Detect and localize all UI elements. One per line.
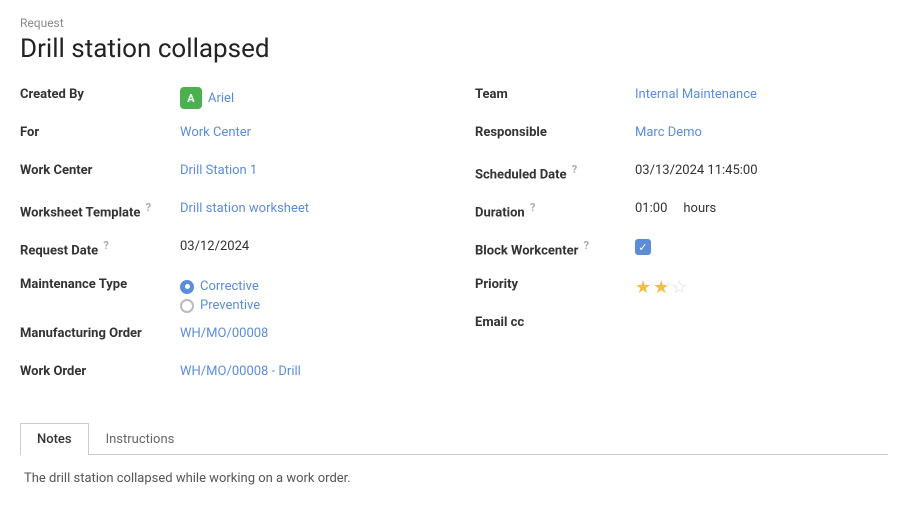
scheduled-date-row: Scheduled Date ? 03/13/2024 11:45:00	[475, 160, 868, 188]
block-workcenter-value: ✓	[635, 236, 868, 255]
block-workcenter-checkbox[interactable]: ✓	[635, 239, 651, 255]
work-order-label: Work Order	[20, 361, 180, 379]
for-label: For	[20, 122, 180, 140]
preventive-radio-icon	[180, 299, 194, 313]
maintenance-type-row: Maintenance Type Corrective Preventive	[20, 274, 434, 313]
work-center-label: Work Center	[20, 160, 180, 178]
priority-stars: ★ ★ ☆	[635, 274, 868, 298]
request-date-label: Request Date ?	[20, 236, 180, 258]
breadcrumb: Request	[20, 16, 888, 30]
star-2[interactable]: ★	[653, 277, 669, 298]
tabs: Notes Instructions	[20, 423, 888, 455]
stars-group: ★ ★ ☆	[635, 277, 868, 298]
worksheet-help-icon: ?	[146, 201, 151, 214]
duration-label: Duration ?	[475, 198, 635, 220]
for-value[interactable]: Work Center	[180, 122, 434, 140]
block-workcenter-help-icon: ?	[584, 239, 589, 252]
scheduled-date-label: Scheduled Date ?	[475, 160, 635, 182]
tab-notes[interactable]: Notes	[20, 423, 89, 455]
maintenance-radio-group: Corrective Preventive	[180, 277, 260, 313]
corrective-radio-icon	[180, 280, 194, 294]
work-center-row: Work Center Drill Station 1	[20, 160, 434, 188]
tab-content-notes: The drill station collapsed while workin…	[20, 455, 888, 502]
team-value[interactable]: Internal Maintenance	[635, 84, 868, 102]
tab-instructions[interactable]: Instructions	[89, 423, 192, 455]
for-row: For Work Center	[20, 122, 434, 150]
notes-text: The drill station collapsed while workin…	[24, 471, 351, 486]
duration-value-group: 01:00 hours	[635, 198, 868, 216]
responsible-row: Responsible Marc Demo	[475, 122, 868, 150]
block-workcenter-row: Block Workcenter ? ✓	[475, 236, 868, 264]
worksheet-template-value[interactable]: Drill station worksheet	[180, 198, 434, 216]
preventive-label: Preventive	[200, 298, 260, 313]
created-by-name[interactable]: Ariel	[208, 91, 234, 106]
request-date-value[interactable]: 03/12/2024	[180, 236, 434, 254]
maintenance-type-value: Corrective Preventive	[180, 274, 434, 313]
form-right: Team Internal Maintenance Responsible Ma…	[454, 84, 888, 399]
email-cc-value[interactable]	[635, 312, 868, 315]
work-order-row: Work Order WH/MO/00008 - Drill	[20, 361, 434, 389]
responsible-value[interactable]: Marc Demo	[635, 122, 868, 140]
form-left: Created By A Ariel For Work Center Work …	[20, 84, 454, 399]
duration-unit: hours	[683, 201, 716, 216]
scheduled-date-value[interactable]: 03/13/2024 11:45:00	[635, 160, 868, 178]
manufacturing-order-value[interactable]: WH/MO/00008	[180, 323, 434, 341]
worksheet-template-label: Worksheet Template ?	[20, 198, 180, 220]
email-cc-label: Email cc	[475, 312, 635, 330]
scheduled-date-help-icon: ?	[572, 163, 577, 176]
avatar-chip: A Ariel	[180, 87, 234, 109]
work-center-value[interactable]: Drill Station 1	[180, 160, 434, 178]
star-3[interactable]: ☆	[671, 277, 687, 298]
worksheet-template-row: Worksheet Template ? Drill station works…	[20, 198, 434, 226]
duration-row: Duration ? 01:00 hours	[475, 198, 868, 226]
duration-help-icon: ?	[530, 201, 535, 214]
priority-label: Priority	[475, 274, 635, 292]
star-1[interactable]: ★	[635, 277, 651, 298]
created-by-label: Created By	[20, 84, 180, 102]
corrective-label: Corrective	[200, 279, 259, 294]
work-order-value[interactable]: WH/MO/00008 - Drill	[180, 361, 434, 379]
preventive-option[interactable]: Preventive	[180, 298, 260, 313]
maintenance-type-label: Maintenance Type	[20, 274, 180, 292]
page: Request Drill station collapsed Created …	[0, 0, 908, 518]
block-workcenter-label: Block Workcenter ?	[475, 236, 635, 258]
form-grid: Created By A Ariel For Work Center Work …	[20, 84, 888, 399]
created-by-value: A Ariel	[180, 84, 434, 109]
avatar: A	[180, 87, 202, 109]
priority-row: Priority ★ ★ ☆	[475, 274, 868, 302]
responsible-label: Responsible	[475, 122, 635, 140]
created-by-row: Created By A Ariel	[20, 84, 434, 112]
manufacturing-order-label: Manufacturing Order	[20, 323, 180, 341]
request-date-help-icon: ?	[103, 239, 108, 252]
request-date-row: Request Date ? 03/12/2024	[20, 236, 434, 264]
team-label: Team	[475, 84, 635, 102]
corrective-option[interactable]: Corrective	[180, 279, 260, 294]
team-row: Team Internal Maintenance	[475, 84, 868, 112]
page-title: Drill station collapsed	[20, 34, 888, 64]
email-cc-row: Email cc	[475, 312, 868, 340]
manufacturing-order-row: Manufacturing Order WH/MO/00008	[20, 323, 434, 351]
duration-value[interactable]: 01:00	[635, 201, 667, 216]
